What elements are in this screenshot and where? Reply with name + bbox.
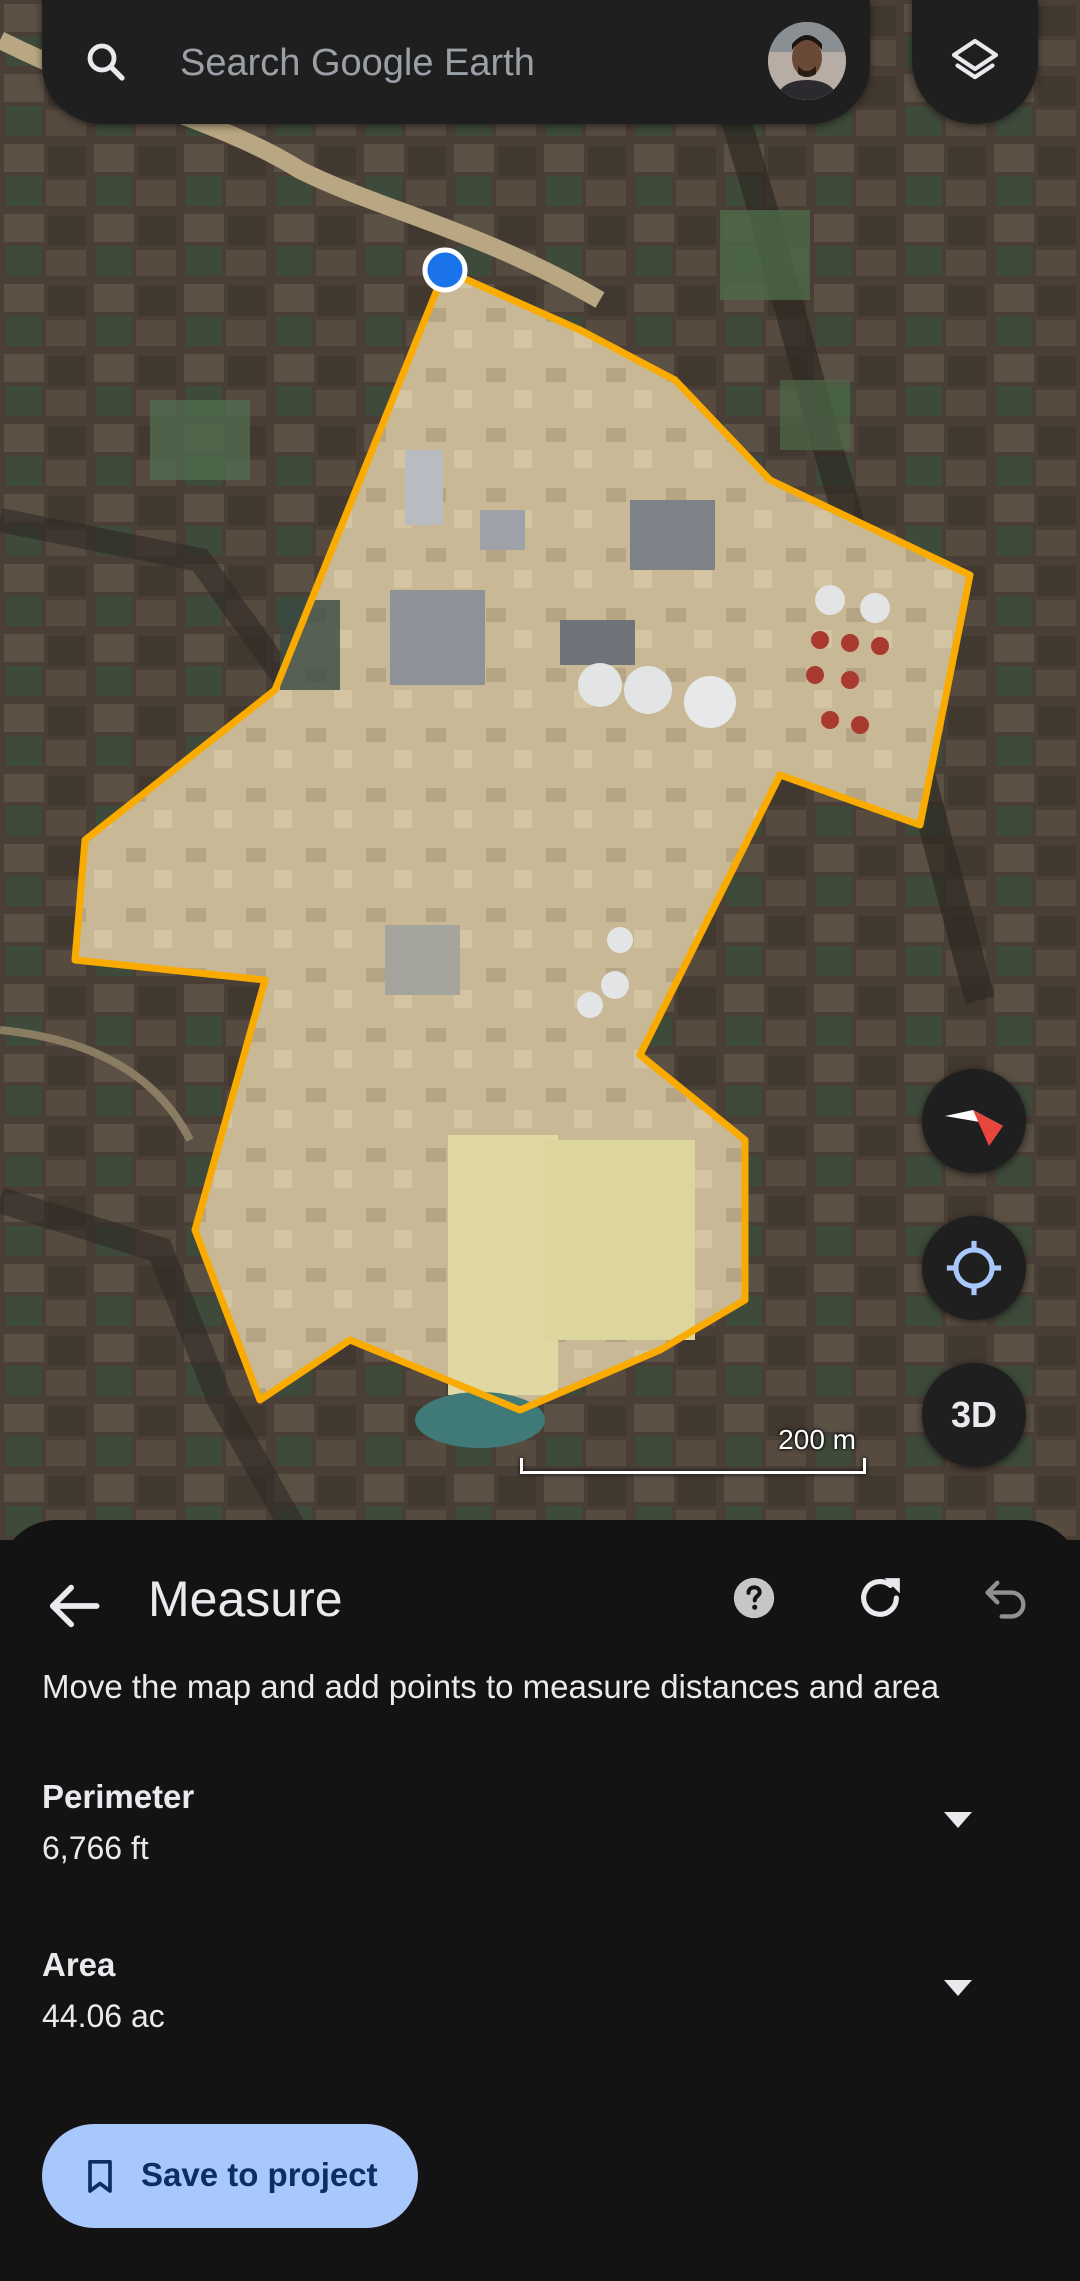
panel-title: Measure: [148, 1571, 343, 1627]
my-location-icon: [946, 1240, 1002, 1296]
save-to-project-button[interactable]: Save to project: [42, 2124, 418, 2228]
scale-bar: 200 m: [520, 1424, 868, 1476]
area-value: 44.06 ac: [42, 1998, 165, 2034]
measure-point-marker: [422, 247, 468, 293]
measure-instructions: Move the map and add points to measure d…: [42, 1668, 940, 1705]
3d-view-button[interactable]: 3D: [922, 1363, 1026, 1467]
search-icon[interactable]: [82, 38, 130, 86]
measure-panel: Measure Move the map and add points to m…: [0, 1520, 1080, 2281]
satellite-map[interactable]: 3D 200 m: [0, 0, 1080, 1540]
scale-label: 200 m: [778, 1424, 856, 1455]
perimeter-label: Perimeter: [42, 1778, 195, 1815]
undo-icon[interactable]: [980, 1572, 1032, 1624]
arrow-back-icon[interactable]: [40, 1572, 108, 1640]
bookmark-icon: [88, 2160, 112, 2193]
layers-icon: [951, 38, 999, 80]
search-input[interactable]: [178, 28, 762, 98]
compass-icon: [945, 1110, 1003, 1146]
area-label: Area: [42, 1946, 116, 1983]
scale-line: [520, 1458, 866, 1474]
satellite-imagery: [0, 0, 1080, 1540]
3d-label: 3D: [950, 1394, 998, 1435]
layers-button[interactable]: [912, 0, 1038, 124]
compass-button[interactable]: [922, 1069, 1026, 1173]
avatar[interactable]: [768, 22, 846, 100]
save-to-project-label: Save to project: [141, 2156, 378, 2193]
perimeter-value: 6,766 ft: [42, 1830, 149, 1866]
refresh-icon[interactable]: [852, 1570, 908, 1626]
chevron-down-icon[interactable]: [938, 1808, 978, 1832]
perimeter-row[interactable]: Perimeter 6,766 ft: [42, 1778, 1038, 1888]
help-icon[interactable]: [732, 1576, 776, 1620]
profile-avatar-icon: [768, 22, 846, 100]
chevron-down-icon[interactable]: [938, 1976, 978, 2000]
area-row[interactable]: Area 44.06 ac: [42, 1946, 1038, 2056]
my-location-button[interactable]: [922, 1216, 1026, 1320]
search-bar[interactable]: [42, 0, 870, 124]
